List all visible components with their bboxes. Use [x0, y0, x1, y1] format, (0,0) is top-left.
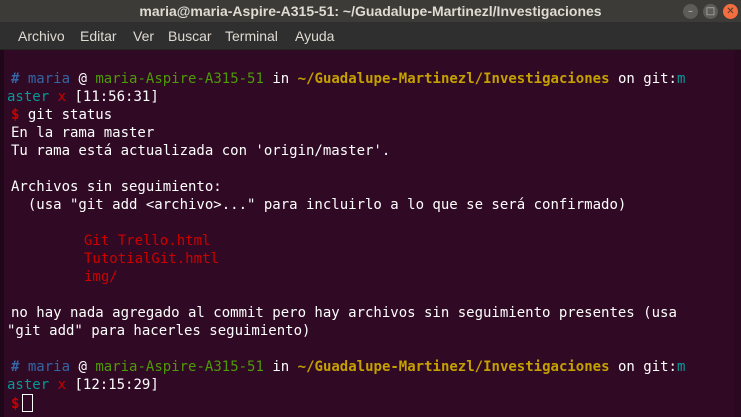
menu-ayuda[interactable]: Ayuda: [295, 28, 334, 44]
prompt-hash: #: [11, 359, 20, 375]
prompt-in: in: [272, 71, 290, 87]
output-line: Archivos sin seguimiento:: [11, 179, 222, 195]
prompt-path: ~/Guadalupe-Martinezl/Investigaciones: [297, 71, 610, 87]
close-button[interactable]: ✕: [723, 4, 738, 19]
command-line: $ git status: [11, 106, 112, 124]
window-title: maria@maria-Aspire-A315-51: ~/Guadalupe-…: [139, 3, 602, 19]
untracked-file: img/: [84, 269, 118, 285]
prompt-line-wrap: aster x [11:56:31]: [7, 88, 159, 106]
prompt-git: git:: [643, 71, 677, 87]
prompt-path: ~/Guadalupe-Martinezl/Investigaciones: [297, 359, 610, 375]
prompt-line: # maria @ maria-Aspire-A315-51 in ~/Guad…: [11, 358, 685, 376]
maximize-button[interactable]: □: [703, 4, 718, 19]
prompt-line-wrap: aster x [12:15:29]: [7, 376, 159, 394]
prompt-time: [11:56:31]: [74, 89, 159, 105]
output-line: Tu rama está actualizada con 'origin/mas…: [11, 143, 391, 159]
command-text: git status: [27, 107, 113, 123]
prompt-branch-start: m: [676, 71, 686, 87]
command-line[interactable]: $: [11, 394, 34, 412]
prompt-at: @: [78, 359, 87, 375]
prompt-branch-rest: aster: [7, 377, 50, 393]
prompt-dollar: $: [11, 107, 20, 123]
menu-editar[interactable]: Editar: [80, 28, 117, 44]
output-line: "git add" para hacerles seguimiento): [7, 323, 311, 339]
terminal-window: maria@maria-Aspire-A315-51: ~/Guadalupe-…: [0, 0, 741, 417]
prompt-dirty: x: [57, 89, 67, 105]
minimize-button[interactable]: –: [683, 4, 698, 19]
menu-ver[interactable]: Ver: [133, 28, 154, 44]
prompt-in: in: [272, 359, 290, 375]
prompt-git: git:: [643, 359, 677, 375]
output-line: En la rama master: [11, 125, 155, 141]
prompt-branch-rest: aster: [7, 89, 50, 105]
prompt-user: maria: [27, 71, 71, 87]
menu-archivo[interactable]: Archivo: [18, 28, 65, 44]
untracked-file: TutotialGit.hmtl: [84, 251, 219, 267]
prompt-on: on: [617, 359, 635, 375]
title-bar[interactable]: maria@maria-Aspire-A315-51: ~/Guadalupe-…: [0, 0, 741, 22]
text-cursor: [22, 394, 34, 412]
prompt-on: on: [617, 71, 635, 87]
untracked-file: Git Trello.html: [84, 233, 211, 249]
prompt-dollar: $: [11, 396, 20, 412]
prompt-host: maria-Aspire-A315-51: [95, 71, 264, 87]
menu-buscar[interactable]: Buscar: [168, 28, 212, 44]
prompt-dirty: x: [57, 377, 67, 393]
prompt-time: [12:15:29]: [74, 377, 159, 393]
prompt-branch-start: m: [676, 359, 686, 375]
terminal-content[interactable]: # maria @ maria-Aspire-A315-51 in ~/Guad…: [0, 50, 741, 417]
menu-bar: Archivo Editar Ver Buscar Terminal Ayuda: [0, 22, 741, 50]
prompt-at: @: [78, 71, 87, 87]
prompt-user: maria: [27, 359, 71, 375]
prompt-line: # maria @ maria-Aspire-A315-51 in ~/Guad…: [11, 70, 685, 88]
menu-terminal[interactable]: Terminal: [225, 28, 278, 44]
output-line: no hay nada agregado al commit pero hay …: [11, 305, 677, 321]
output-line: (usa "git add <archivo>..." para incluir…: [11, 197, 627, 213]
prompt-host: maria-Aspire-A315-51: [95, 359, 264, 375]
prompt-hash: #: [11, 71, 20, 87]
